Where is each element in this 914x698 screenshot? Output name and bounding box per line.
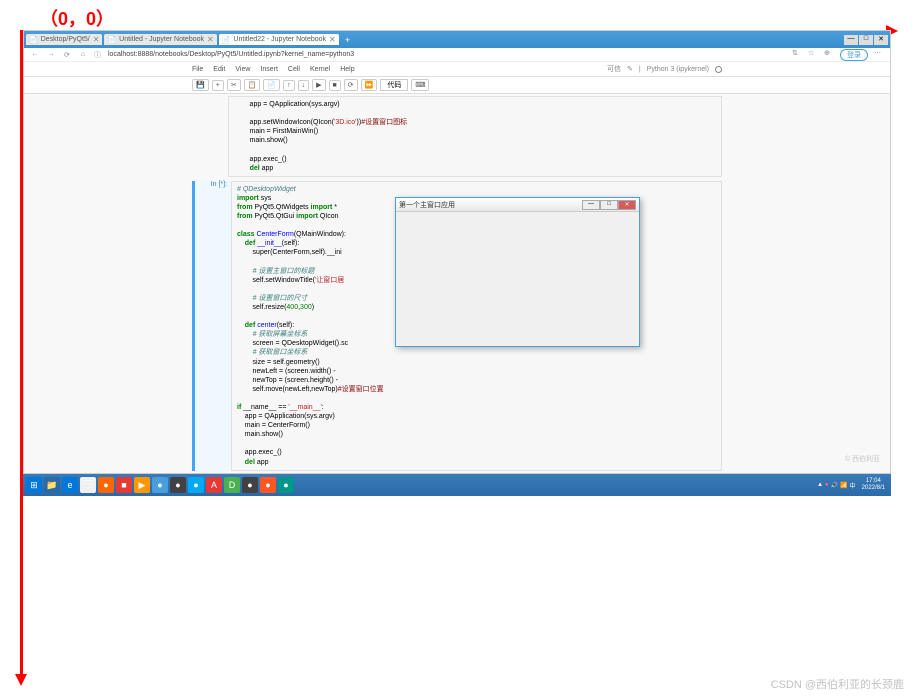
url-text[interactable]: localhost:8888/notebooks/Desktop/PyQt5/U… — [108, 51, 354, 58]
taskbar-app-icon[interactable]: ⊞ — [26, 477, 42, 493]
tab-title: Untitled22 - Jupyter Notebook — [233, 36, 326, 43]
pyqt-maximize-button[interactable]: □ — [600, 200, 618, 210]
cell-prompt — [192, 96, 228, 177]
code-editor[interactable]: app = QApplication(sys.argv) app.setWind… — [228, 96, 722, 177]
forward-button[interactable]: → — [46, 51, 56, 58]
tab-title: Untitled - Jupyter Notebook — [119, 36, 204, 43]
menu-item-insert[interactable]: Insert — [260, 66, 278, 73]
kernel-name: Python 3 (ipykernel) — [647, 66, 709, 73]
taskbar-app-icon[interactable]: A — [206, 477, 222, 493]
restart-run-button[interactable]: ⏩ — [361, 79, 378, 91]
move-down-button[interactable]: ↓ — [298, 80, 310, 91]
jupyter-toolbar: 💾 + ✂ 📋 📄 ↑ ↓ ▶ ■ ⟳ ⏩ 代码 ⌨ — [24, 77, 890, 94]
edit-icon[interactable]: ✎ — [627, 65, 633, 73]
menu-item-help[interactable]: Help — [340, 66, 354, 73]
tab-favicon: 📄 — [107, 36, 116, 44]
cell-type-select[interactable]: 代码 — [380, 79, 408, 91]
browser-tabbar: 📄Desktop/PyQt5/✕📄Untitled - Jupyter Note… — [24, 31, 890, 48]
taskbar-app-icon[interactable]: ● — [188, 477, 204, 493]
refresh-button[interactable]: ⟳ — [62, 51, 72, 59]
tab-close-icon[interactable]: ✕ — [93, 35, 100, 44]
pyqt-body — [396, 212, 639, 346]
pyqt-close-button[interactable]: ✕ — [618, 200, 636, 210]
tray-icon[interactable]: ▲ — [817, 482, 823, 488]
pyqt-title-text: 第一个主窗口应用 — [399, 200, 455, 210]
back-button[interactable]: ← — [30, 51, 40, 58]
tray-icon[interactable]: 🔊 — [831, 482, 838, 489]
tray-icon[interactable]: ● — [825, 482, 829, 488]
stop-button[interactable]: ■ — [329, 80, 341, 91]
taskbar-app-icon[interactable]: ● — [260, 477, 276, 493]
menu-item-view[interactable]: View — [235, 66, 250, 73]
tab-favicon: 📄 — [222, 36, 231, 44]
menu-item-cell[interactable]: Cell — [288, 66, 300, 73]
address-bar: ← → ⟳ ⌂ ⓘ localhost:8888/notebooks/Deskt… — [24, 48, 890, 62]
home-button[interactable]: ⌂ — [78, 51, 88, 58]
sync-icon[interactable]: ⇅ — [792, 49, 802, 61]
cell-prompt: In [*]: — [195, 181, 231, 471]
add-cell-button[interactable]: + — [212, 80, 224, 91]
new-tab-button[interactable]: + — [341, 35, 354, 45]
collections-icon[interactable]: ⊕ — [824, 49, 834, 61]
jupyter-menubar: FileEditViewInsertCellKernelHelp 可信 ✎ | … — [24, 62, 890, 77]
favorite-icon[interactable]: ☆ — [808, 49, 818, 61]
info-icon[interactable]: ⓘ — [94, 50, 102, 60]
move-up-button[interactable]: ↑ — [283, 80, 295, 91]
origin-label: （0，0） — [40, 5, 114, 31]
menu-item-kernel[interactable]: Kernel — [310, 66, 330, 73]
taskbar-app-icon[interactable]: ■ — [116, 477, 132, 493]
taskbar-app-icon[interactable]: ● — [98, 477, 114, 493]
menu-item-file[interactable]: File — [192, 66, 203, 73]
restart-button[interactable]: ⟳ — [344, 79, 358, 91]
system-tray: ▲ ● 🔊 📶 中 17:04 2022/8/1 — [817, 478, 889, 491]
taskbar-app-icon[interactable]: ● — [152, 477, 168, 493]
pyqt-app-window[interactable]: 第一个主窗口应用 — □ ✕ — [395, 197, 640, 347]
taskbar-app-icon[interactable]: D — [224, 477, 240, 493]
tab-title: Desktop/PyQt5/ — [41, 36, 90, 43]
taskbar-app-icon[interactable]: 📁 — [44, 477, 60, 493]
tray-ime[interactable]: 中 — [850, 481, 856, 490]
command-palette-button[interactable]: ⌨ — [411, 79, 429, 91]
copy-button[interactable]: 📋 — [244, 79, 261, 91]
maximize-button[interactable]: □ — [859, 35, 873, 45]
watermark: © 西伯利亚 — [845, 454, 880, 464]
run-button[interactable]: ▶ — [312, 79, 325, 91]
tab-close-icon[interactable]: ✕ — [329, 35, 336, 44]
minimize-button[interactable]: — — [844, 35, 858, 45]
taskbar-app-icon[interactable]: ▶ — [134, 477, 150, 493]
window-controls: — □ ✕ — [844, 35, 888, 45]
taskbar-app-icon[interactable]: e — [62, 477, 78, 493]
close-button[interactable]: ✕ — [874, 35, 888, 45]
taskbar-app-icon[interactable]: ● — [242, 477, 258, 493]
tray-icon[interactable]: 📶 — [840, 482, 847, 489]
browser-tab[interactable]: 📄Untitled - Jupyter Notebook✕ — [104, 34, 216, 45]
csdn-watermark: CSDN @西伯利亚的长颈鹿 — [771, 676, 904, 692]
menu-item-edit[interactable]: Edit — [213, 66, 225, 73]
browser-tab[interactable]: 📄Untitled22 - Jupyter Notebook✕ — [219, 34, 339, 45]
taskbar-app-icon[interactable]: 🗔 — [80, 477, 96, 493]
save-button[interactable]: 💾 — [192, 79, 209, 91]
trusted-label: 可信 — [607, 64, 621, 74]
windows-taskbar: ⊞📁e🗔●■▶●●●AD●●● ▲ ● 🔊 📶 中 17:04 2022/8/1 — [23, 474, 891, 496]
pyqt-minimize-button[interactable]: — — [582, 200, 600, 210]
login-button[interactable]: 登录 — [840, 49, 868, 61]
paste-button[interactable]: 📄 — [263, 79, 280, 91]
tab-favicon: 📄 — [29, 36, 38, 44]
cut-button[interactable]: ✂ — [227, 79, 241, 91]
kernel-status-icon — [715, 66, 722, 73]
clock[interactable]: 17:04 2022/8/1 — [858, 478, 889, 491]
pyqt-titlebar[interactable]: 第一个主窗口应用 — □ ✕ — [396, 198, 639, 212]
tab-close-icon[interactable]: ✕ — [207, 35, 214, 44]
taskbar-app-icon[interactable]: ● — [170, 477, 186, 493]
taskbar-app-icon[interactable]: ● — [278, 477, 294, 493]
code-cell[interactable]: app = QApplication(sys.argv) app.setWind… — [192, 96, 722, 177]
browser-tab[interactable]: 📄Desktop/PyQt5/✕ — [26, 34, 102, 45]
menu-icon[interactable]: ⋯ — [874, 49, 884, 61]
